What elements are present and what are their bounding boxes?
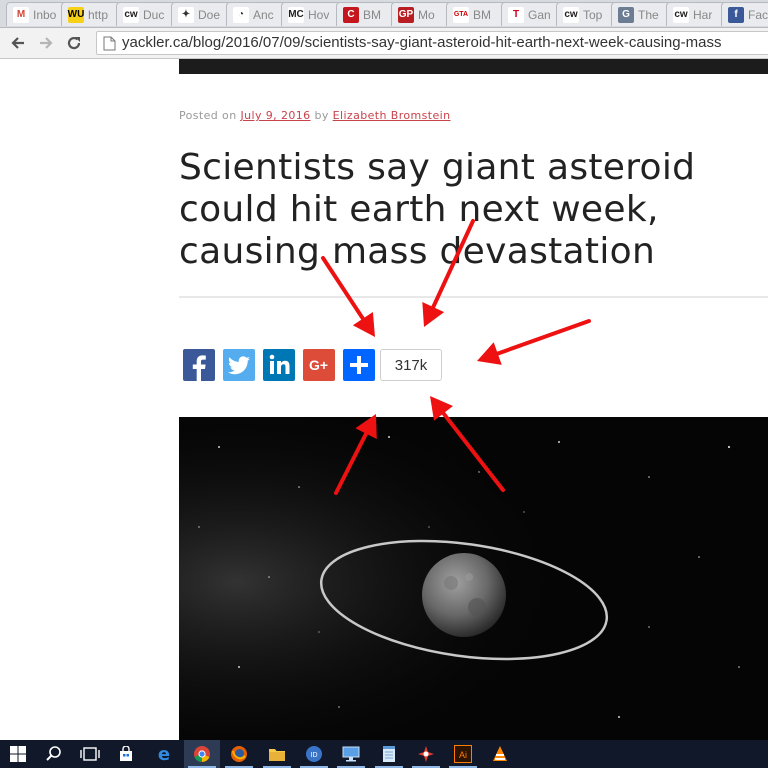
browser-tab[interactable]: cw Top bbox=[556, 2, 616, 26]
reload-button[interactable] bbox=[62, 31, 86, 55]
annotation-arrowhead bbox=[352, 312, 375, 337]
browser-tab[interactable]: G The bbox=[611, 2, 671, 26]
gta-icon: GTA bbox=[453, 6, 469, 23]
app-button[interactable]: ID bbox=[296, 740, 332, 768]
browser-tab[interactable]: WU http bbox=[61, 2, 121, 26]
store-button[interactable] bbox=[108, 740, 144, 768]
tab-label: BM bbox=[473, 7, 491, 22]
ghost-icon: ✦ bbox=[178, 6, 194, 23]
paint-button[interactable] bbox=[408, 740, 444, 768]
search-button[interactable] bbox=[36, 740, 72, 768]
notepad-button[interactable] bbox=[371, 740, 407, 768]
tab-label: Fac bbox=[748, 7, 768, 22]
svg-text:Ai: Ai bbox=[459, 750, 467, 760]
address-bar[interactable]: yackler.ca/blog/2016/07/09/scientists-sa… bbox=[96, 31, 768, 55]
edge-icon: e bbox=[155, 745, 173, 763]
windows-icon bbox=[10, 746, 26, 762]
vlc-icon bbox=[491, 745, 509, 763]
browser-tab[interactable]: T Gan bbox=[501, 2, 561, 26]
wu-icon: WU bbox=[68, 6, 84, 23]
browser-tab[interactable]: cw Duc bbox=[116, 2, 176, 26]
tab-label: http bbox=[88, 7, 109, 22]
chrome-button[interactable] bbox=[184, 740, 220, 768]
annotation-arrow bbox=[321, 256, 370, 328]
browser-tab[interactable]: MC Hov bbox=[281, 2, 341, 26]
notepad-icon bbox=[381, 745, 397, 763]
tab-label: BM bbox=[363, 7, 381, 22]
tab-label: Inbo bbox=[33, 7, 57, 22]
firefox-icon bbox=[230, 745, 248, 763]
gp-icon: GP bbox=[398, 6, 414, 23]
cw-icon: cw bbox=[563, 6, 579, 23]
illustrator-button[interactable]: Ai bbox=[445, 740, 481, 768]
svg-text:ID: ID bbox=[311, 752, 318, 759]
cw-icon: cw bbox=[673, 6, 689, 23]
g-logo-icon: G bbox=[618, 6, 634, 23]
circle-logo-icon: ◔ bbox=[233, 6, 249, 23]
task-view-button[interactable] bbox=[72, 740, 108, 768]
browser-tab[interactable]: f Fac bbox=[721, 2, 768, 26]
browser-tab[interactable]: ✦ Doe bbox=[171, 2, 231, 26]
tab-label: Anc bbox=[253, 7, 274, 22]
tab-label: Hov bbox=[308, 7, 330, 22]
windows-taskbar: e ID Ai bbox=[0, 740, 768, 768]
page-icon bbox=[103, 36, 116, 51]
tab-strip: M Inbo WU http cw Duc ✦ Doe ◔ Anc MC Hov C BM GP Mo GTA B… bbox=[0, 0, 768, 28]
back-arrow-icon bbox=[11, 37, 24, 49]
store-icon bbox=[118, 746, 134, 762]
forward-arrow-icon bbox=[40, 37, 53, 49]
cw-icon: cw bbox=[123, 6, 139, 23]
annotation-arrow bbox=[427, 219, 475, 317]
browser-tab[interactable]: C BM bbox=[336, 2, 396, 26]
vlc-button[interactable] bbox=[482, 740, 518, 768]
tab-label: Har bbox=[693, 7, 713, 22]
browser-tab[interactable]: cw Har bbox=[666, 2, 726, 26]
file-explorer-button[interactable] bbox=[259, 740, 295, 768]
start-button[interactable] bbox=[0, 740, 36, 768]
t-logo-icon: T bbox=[508, 6, 524, 23]
annotation-arrow bbox=[436, 405, 505, 492]
browser-tab[interactable]: M Inbo bbox=[6, 2, 66, 26]
tab-label: Mo bbox=[418, 7, 435, 22]
browser-tab[interactable]: GTA BM bbox=[446, 2, 506, 26]
paint-icon bbox=[417, 745, 435, 763]
firefox-button[interactable] bbox=[221, 740, 257, 768]
task-view-icon bbox=[80, 746, 100, 762]
tab-label: The bbox=[638, 7, 659, 22]
forward-button[interactable] bbox=[34, 31, 58, 55]
url-text: yackler.ca/blog/2016/07/09/scientists-sa… bbox=[122, 34, 722, 51]
monitor-icon bbox=[342, 746, 360, 762]
annotation-arrows bbox=[321, 219, 591, 495]
c-logo-icon: C bbox=[343, 6, 359, 23]
tab-label: Gan bbox=[528, 7, 551, 22]
browser-tab[interactable]: GP Mo bbox=[391, 2, 451, 26]
tab-label: Doe bbox=[198, 7, 221, 22]
reload-icon bbox=[67, 36, 81, 50]
facebook-icon: f bbox=[728, 6, 744, 23]
edge-button[interactable]: e bbox=[146, 740, 182, 768]
gmail-icon: M bbox=[13, 6, 29, 23]
folder-icon bbox=[268, 746, 286, 762]
annotation-arrowhead bbox=[430, 396, 453, 421]
annotation-arrow bbox=[488, 319, 591, 359]
tab-label: Top bbox=[583, 7, 603, 22]
chrome-icon bbox=[193, 745, 211, 763]
mc-icon: MC bbox=[288, 6, 304, 23]
svg-text:e: e bbox=[158, 745, 170, 763]
browser-tab[interactable]: ◔ Anc bbox=[226, 2, 286, 26]
search-icon bbox=[45, 745, 63, 763]
browser-toolbar: yackler.ca/blog/2016/07/09/scientists-sa… bbox=[0, 28, 768, 59]
app-icon: ID bbox=[305, 745, 323, 763]
annotation-arrow bbox=[334, 424, 372, 495]
web-page: Posted on July 9, 2016 by Elizabeth Brom… bbox=[0, 59, 768, 740]
remote-desktop-button[interactable] bbox=[333, 740, 369, 768]
illustrator-icon: Ai bbox=[454, 745, 472, 763]
tab-label: Duc bbox=[143, 7, 165, 22]
back-button[interactable] bbox=[6, 31, 30, 55]
